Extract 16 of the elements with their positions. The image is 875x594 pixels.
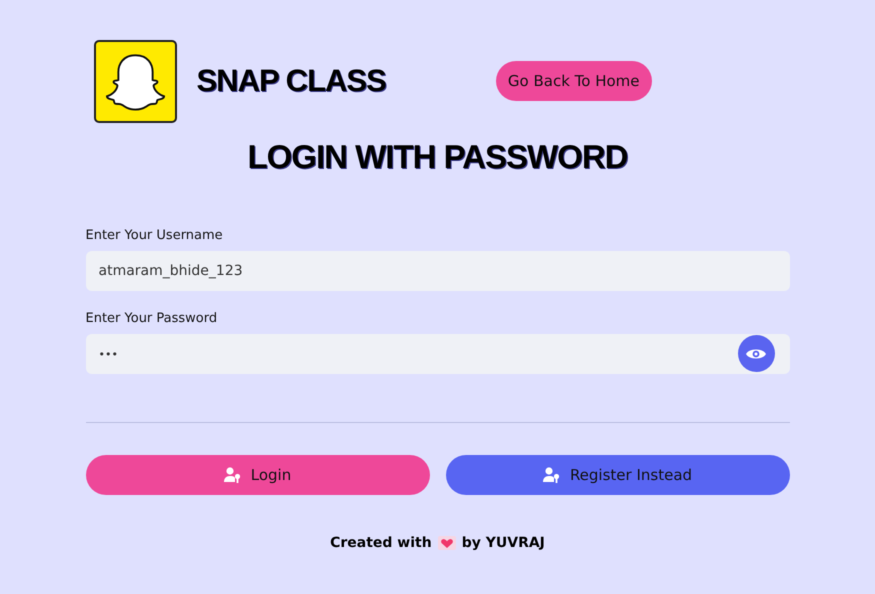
user-key-icon xyxy=(542,467,561,483)
field-label: Enter Your Username xyxy=(86,228,224,243)
page-heading: LOGIN WITH PASSWORD xyxy=(246,138,629,176)
footer-text: Created with xyxy=(330,535,432,551)
ghost-logo-icon xyxy=(94,40,176,122)
register-button[interactable]: Register Instead xyxy=(446,455,790,495)
footer-text: by YUVRAJ xyxy=(462,535,545,551)
username-field[interactable]: atmaram_bhide_123 xyxy=(86,251,790,291)
login-button[interactable]: Login xyxy=(86,455,430,495)
user-key-icon xyxy=(224,467,242,483)
field-label: Enter Your Password xyxy=(86,311,218,326)
home-button[interactable]: Go Back To Home xyxy=(496,61,652,101)
heart-icon xyxy=(438,536,456,550)
eye-icon xyxy=(746,346,766,360)
app-title: SNAP CLASS xyxy=(196,63,386,99)
password-field[interactable]: ••• xyxy=(86,334,790,374)
